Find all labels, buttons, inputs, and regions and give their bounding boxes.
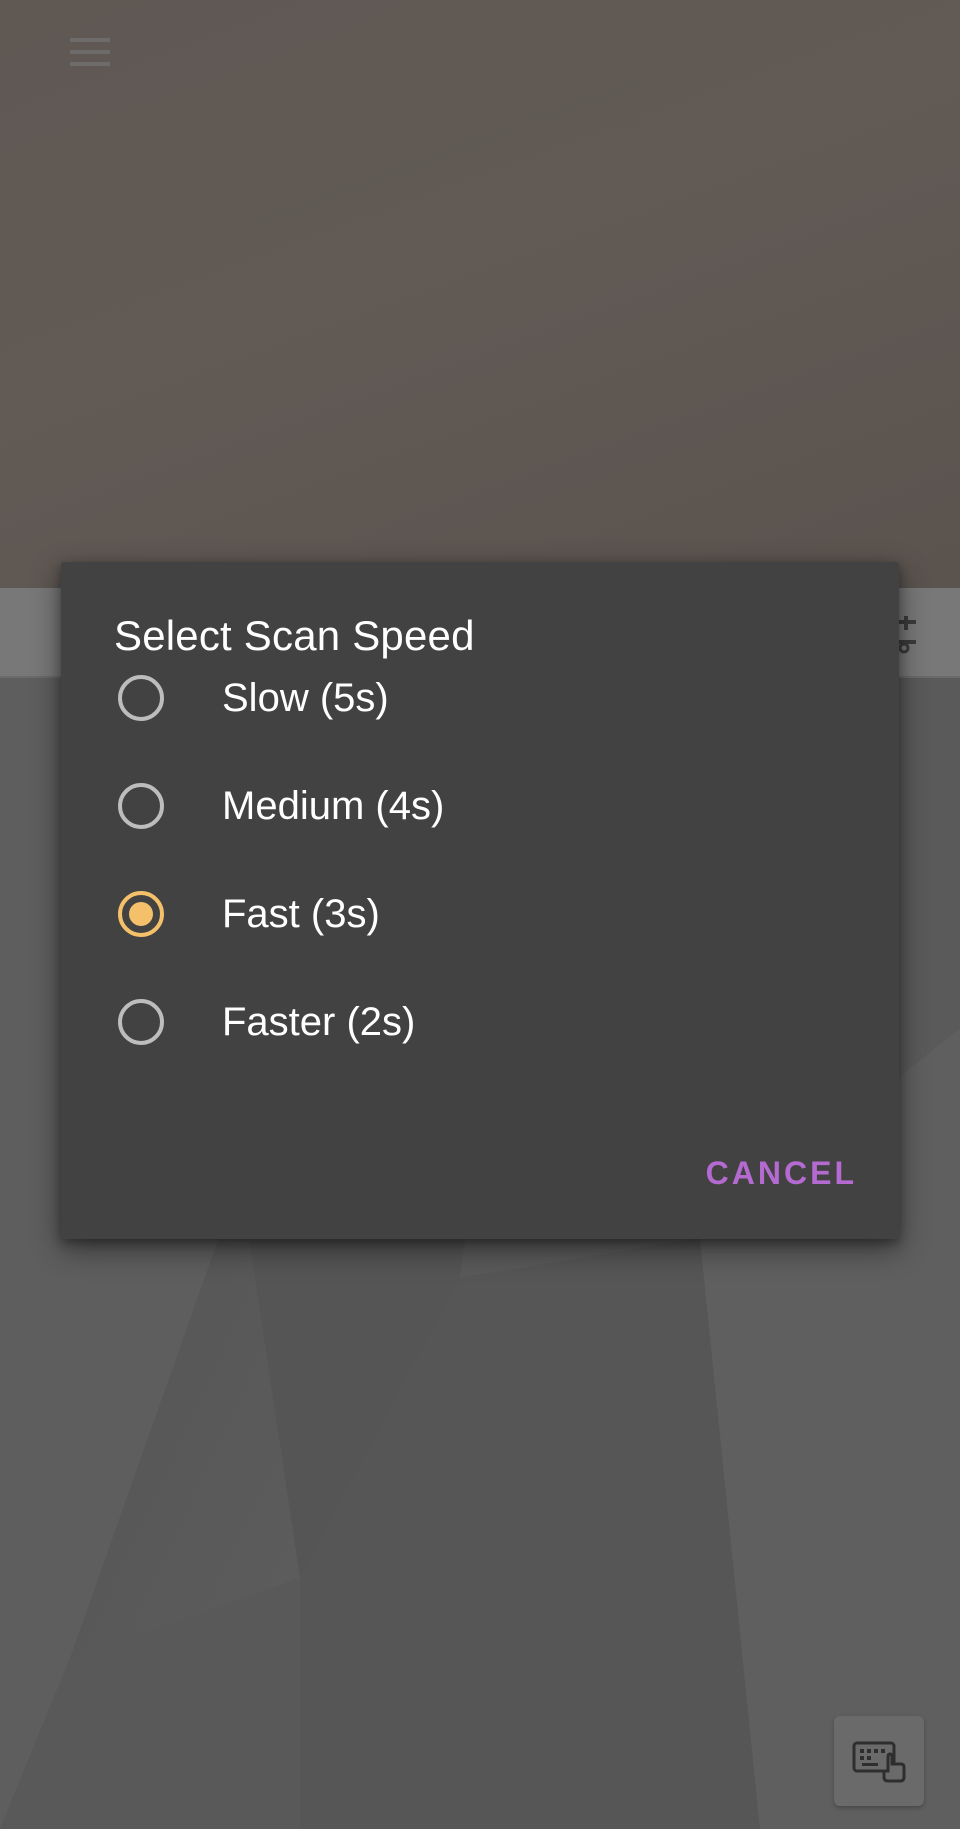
option-label-fast: Fast (3s) — [222, 891, 380, 936]
option-slow[interactable]: Slow (5s) — [61, 644, 899, 752]
option-label-faster: Faster (2s) — [222, 999, 416, 1044]
radio-medium[interactable] — [118, 783, 164, 829]
option-label-slow: Slow (5s) — [222, 675, 389, 720]
radio-faster[interactable] — [118, 999, 164, 1045]
option-label-medium: Medium (4s) — [222, 783, 445, 828]
radio-fast[interactable] — [118, 891, 164, 937]
option-medium[interactable]: Medium (4s) — [61, 752, 899, 860]
option-fast[interactable]: Fast (3s) — [61, 860, 899, 968]
option-faster[interactable]: Faster (2s) — [61, 968, 899, 1076]
scan-speed-dialog: Select Scan Speed Slow (5s) Medium (4s) … — [61, 562, 899, 1239]
app-root: Select Scan Speed Slow (5s) Medium (4s) … — [0, 0, 960, 1829]
cancel-button[interactable]: CANCEL — [706, 1147, 857, 1200]
radio-slow[interactable] — [118, 675, 164, 721]
